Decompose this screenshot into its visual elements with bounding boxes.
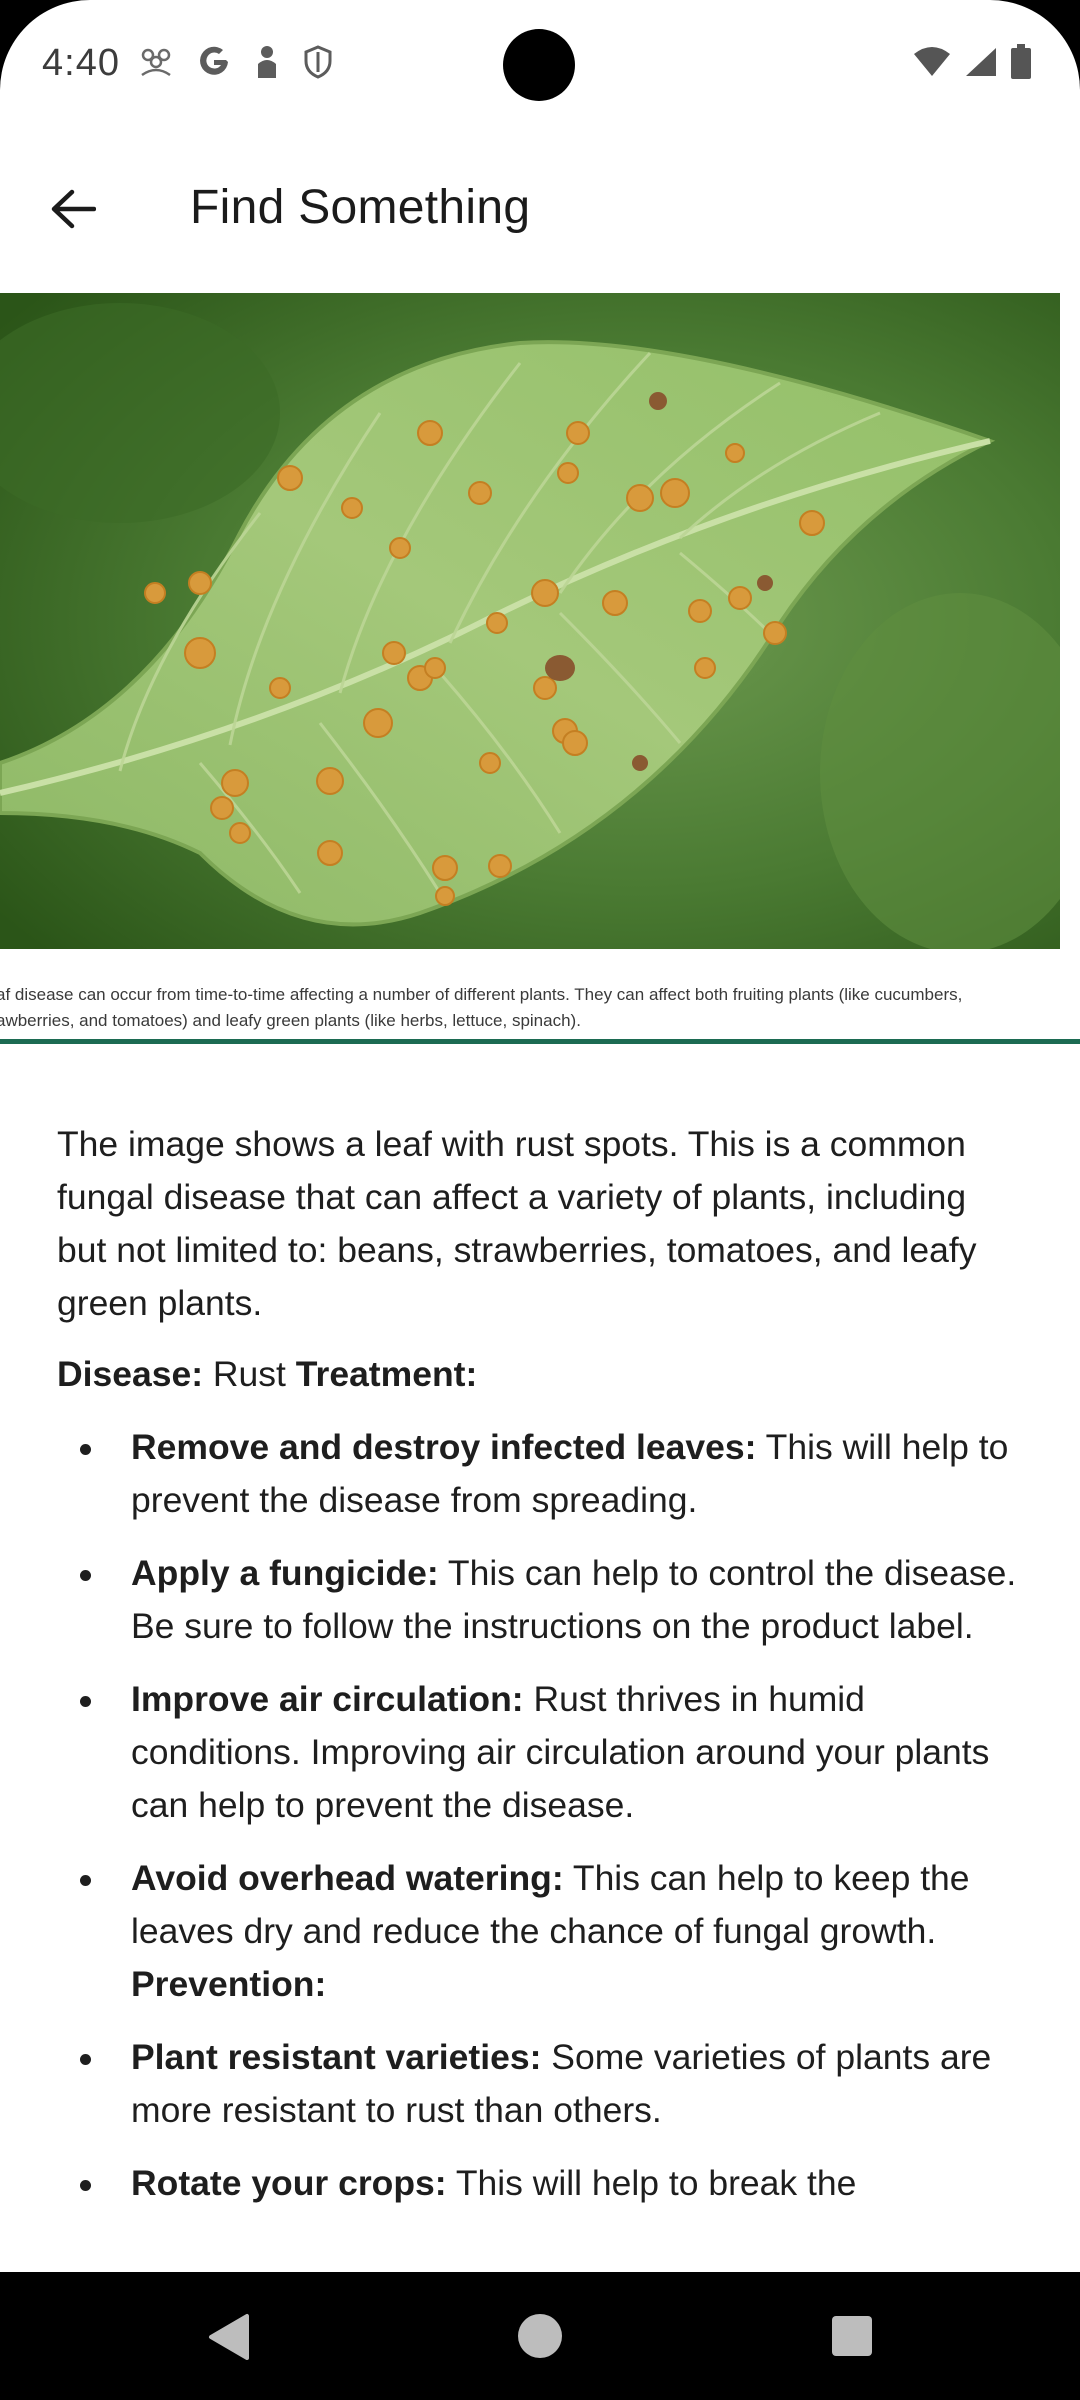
image-caption: af disease can occur from time-to-time a…	[0, 982, 1080, 1034]
treatment-label: Treatment:	[295, 1354, 478, 1394]
caption-line-1: af disease can occur from time-to-time a…	[0, 985, 963, 1004]
nav-back-button[interactable]	[205, 2312, 251, 2367]
bullet-dot	[80, 1696, 91, 1707]
bullet-dot	[80, 2054, 91, 2065]
list-item: Avoid overhead watering: This can help t…	[57, 1852, 1017, 2011]
list-item-title: Improve air circulation:	[131, 1679, 524, 1719]
list-item: Apply a fungicide: This can help to cont…	[57, 1547, 1017, 1653]
list-item: Remove and destroy infected leaves: This…	[57, 1421, 1017, 1527]
list-item-title: Plant resistant varieties:	[131, 2037, 542, 2077]
list-item-title: Rotate your crops:	[131, 2163, 447, 2203]
disease-line: Disease: Rust Treatment:	[57, 1348, 1017, 1401]
list-item-title: Apply a fungicide:	[131, 1553, 439, 1593]
shield-icon	[302, 44, 334, 85]
treatment-list: Remove and destroy infected leaves: This…	[57, 1421, 1017, 2210]
camera-cutout	[503, 29, 575, 101]
list-item-text: This will help to break the	[446, 2163, 857, 2203]
disease-label: Disease:	[57, 1354, 204, 1394]
status-bar: 4:40	[0, 0, 1080, 130]
list-item: Improve air circulation: Rust thrives in…	[57, 1673, 1017, 1832]
arrow-back-icon	[50, 188, 97, 235]
caption-line-2: awberries, and tomatoes) and leafy green…	[0, 1011, 581, 1030]
screen: 4:40 Find Something af disease can occur…	[0, 0, 1080, 2400]
bullet-dot	[80, 1444, 91, 1455]
bullet-dot	[80, 1875, 91, 1886]
system-nav-bar	[0, 2272, 1080, 2400]
bullet-dot	[80, 2180, 91, 2191]
status-time: 4:40	[42, 42, 120, 84]
section-divider	[0, 1039, 1080, 1044]
leaf-image	[0, 293, 1060, 949]
intro-paragraph: The image shows a leaf with rust spots. …	[57, 1124, 977, 1323]
nav-back-icon	[209, 2314, 249, 2360]
list-item: Rotate your crops: This will help to bre…	[57, 2157, 1017, 2210]
page-title: Find Something	[190, 181, 531, 234]
google-icon	[196, 44, 232, 85]
status-icons-right	[912, 44, 1032, 85]
community-icon	[138, 47, 174, 82]
battery-icon	[1010, 44, 1032, 85]
prevention-label: Prevention:	[131, 1964, 327, 2004]
list-item: Plant resistant varieties: Some varietie…	[57, 2031, 1017, 2137]
wifi-icon	[912, 46, 952, 83]
nav-recents-button[interactable]	[832, 2316, 872, 2356]
back-button[interactable]	[30, 168, 116, 254]
app-bar: Find Something	[0, 130, 1080, 280]
signal-icon	[964, 46, 998, 83]
list-item-title: Avoid overhead watering:	[131, 1858, 564, 1898]
disease-value: Rust	[203, 1354, 296, 1394]
user-shield-icon	[254, 44, 280, 85]
bullet-dot	[80, 1570, 91, 1581]
nav-home-button[interactable]	[518, 2314, 562, 2358]
status-icons-left	[138, 44, 334, 85]
diagnosis-article: The image shows a leaf with rust spots. …	[57, 1118, 1017, 2230]
list-item-title: Remove and destroy infected leaves:	[131, 1427, 757, 1467]
